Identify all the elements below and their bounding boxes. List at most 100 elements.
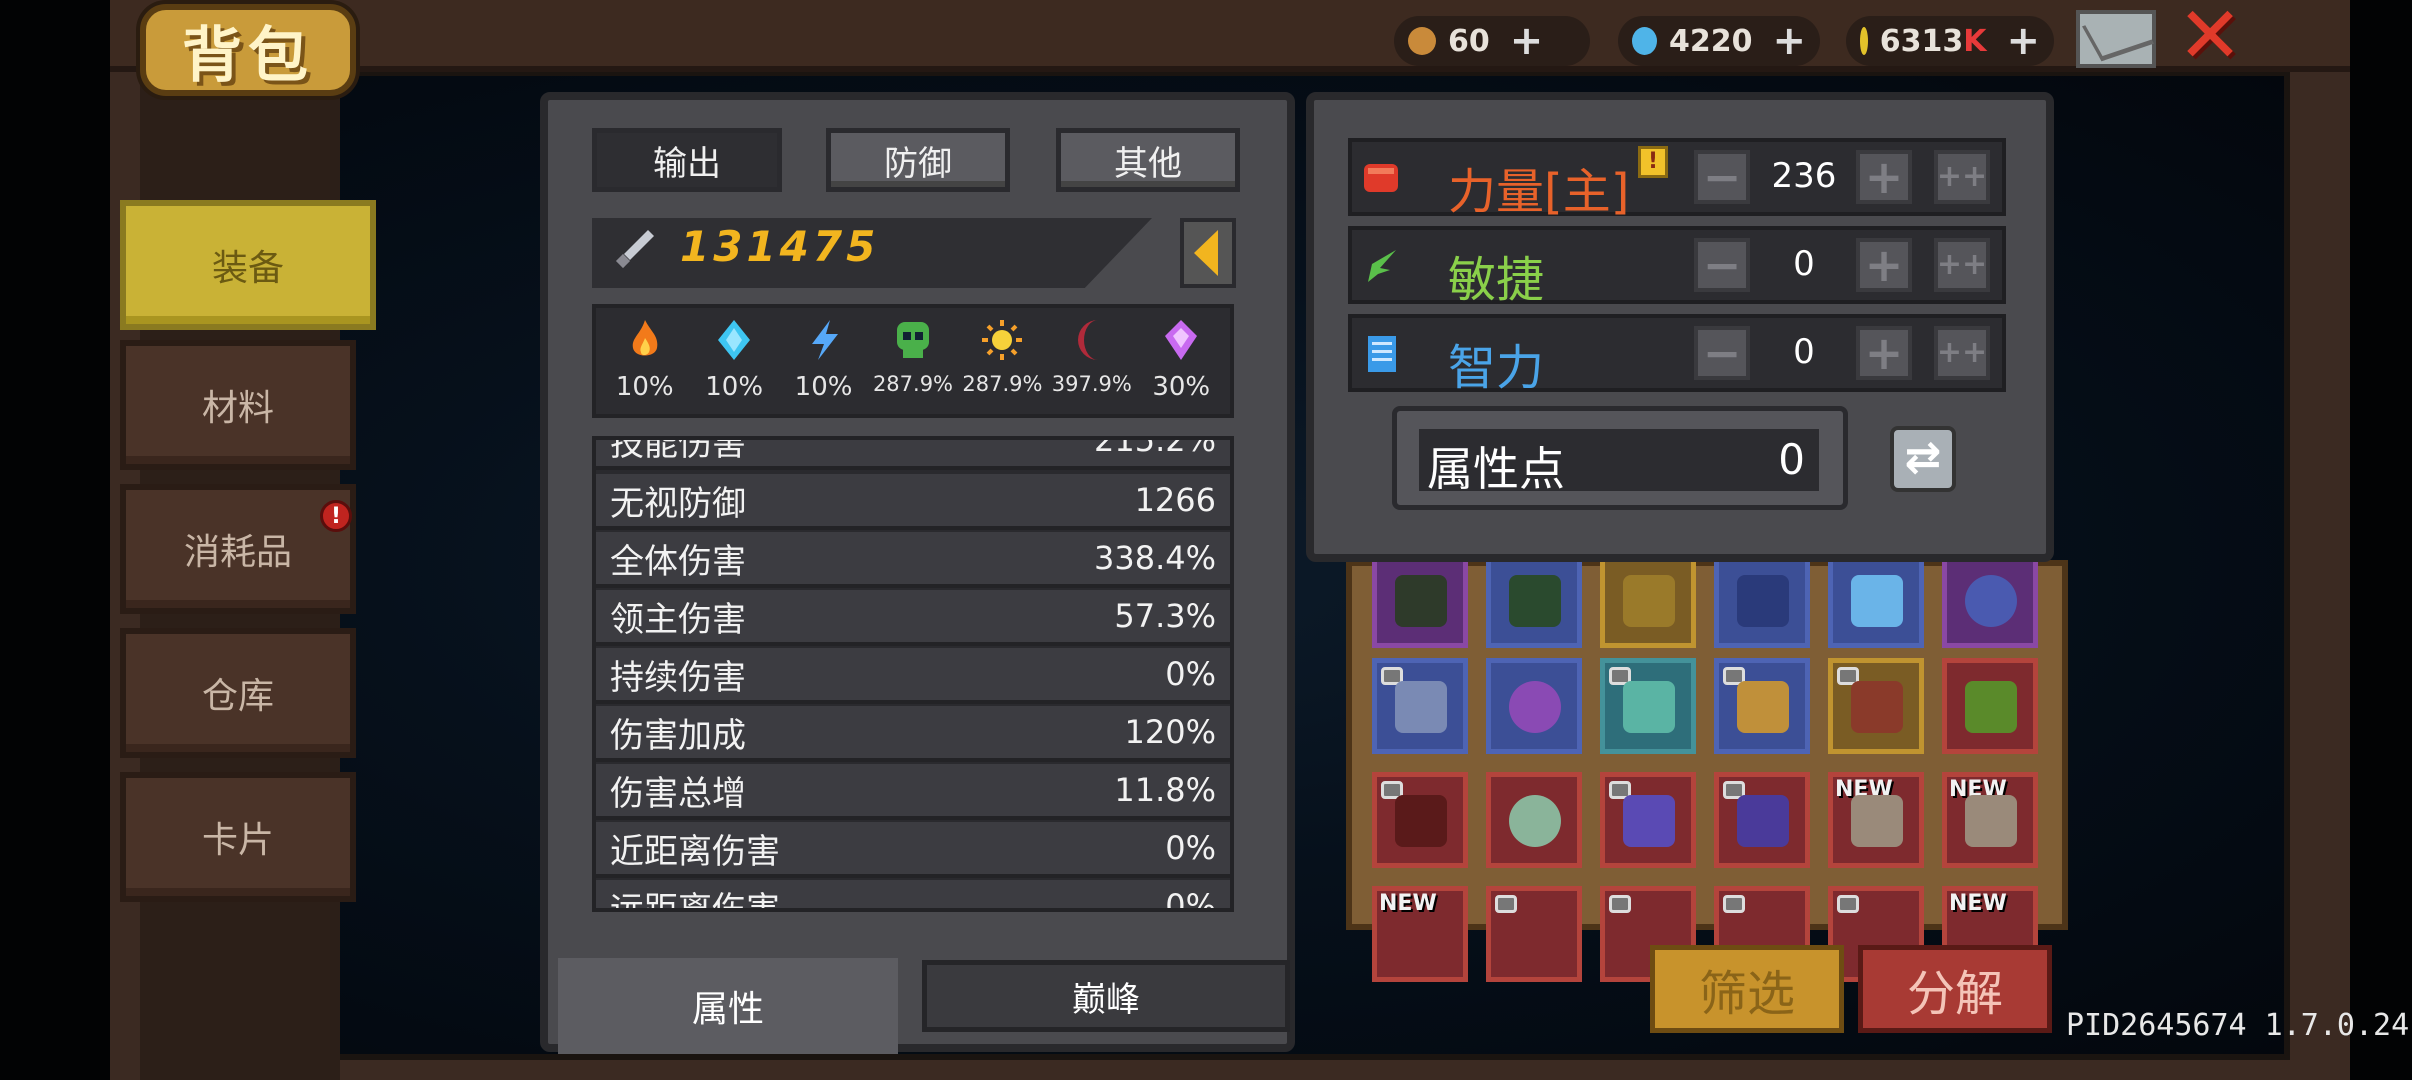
coin-suffix: K (1963, 23, 1987, 59)
new-tag: NEW (1949, 891, 2007, 916)
page-title: 背包 (140, 4, 356, 96)
inventory-slot[interactable] (1600, 552, 1696, 648)
sidebar-item-materials[interactable]: 材料 (120, 340, 356, 470)
lock-icon (1723, 895, 1745, 913)
stat-label: 持续伤害 (610, 657, 746, 698)
element-dark: 397.9% (1047, 308, 1136, 402)
tab-other[interactable]: 其他 (1056, 128, 1240, 192)
inventory-slot[interactable] (1486, 658, 1582, 754)
attribute-row-intelligence: 智力 − 0 + ++ (1348, 314, 2006, 396)
sidebar-item-cards[interactable]: 卡片 (120, 772, 356, 902)
stat-row: 无视防御 1266 (596, 474, 1230, 530)
stat-value: 338.4% (1093, 539, 1216, 577)
inventory-slot[interactable] (1486, 772, 1582, 868)
stat-row: 全体伤害 338.4% (596, 532, 1230, 588)
add-coin-button[interactable]: + (2006, 18, 2040, 64)
inventory-slot[interactable] (1486, 552, 1582, 648)
stat-label: 近距离伤害 (610, 831, 780, 872)
add-seed-button[interactable]: + (1510, 18, 1544, 64)
increase-agility-button[interactable]: + (1856, 238, 1912, 292)
element-poison-value: 287.9% (872, 372, 954, 396)
gem-value: 4220 (1668, 23, 1753, 59)
coin-value: 6313 (1879, 23, 1964, 59)
increase-strength-button[interactable]: + (1856, 150, 1912, 204)
stat-list[interactable]: 技能伤害 215.2% 无视防御 1266 全体伤害 338.4% 领主伤害 57.3%… (592, 436, 1234, 912)
inventory-slot[interactable] (1372, 552, 1468, 648)
attribute-name: 智力 (1448, 340, 1545, 396)
stat-label: 无视防御 (610, 483, 746, 524)
sidebar-item-consumables[interactable]: 消耗品 (120, 484, 356, 614)
close-icon[interactable]: ✕ (2176, 0, 2244, 75)
primary-stat-icon: ! (1638, 146, 1668, 178)
lock-icon (1495, 895, 1517, 913)
fist-icon (1364, 164, 1398, 192)
element-chaos: 30% (1137, 308, 1226, 402)
increase-strength-max-button[interactable]: ++ (1934, 150, 1990, 204)
fire-icon (632, 320, 658, 356)
inventory-slot[interactable] (1828, 552, 1924, 648)
inventory-slot[interactable] (1372, 658, 1468, 754)
stat-value: 0% (1165, 829, 1216, 867)
increase-intelligence-max-button[interactable]: ++ (1934, 326, 1990, 380)
inventory-slot[interactable] (1600, 658, 1696, 754)
stat-row: 持续伤害 0% (596, 648, 1230, 704)
inventory-slot[interactable] (1714, 658, 1810, 754)
tab-peak[interactable]: 巅峰 (922, 960, 1290, 1032)
collapse-arrow-button[interactable] (1180, 218, 1236, 288)
element-fire: 10% (600, 308, 689, 402)
add-gem-button[interactable]: + (1772, 18, 1806, 64)
feather-icon (1368, 250, 1396, 282)
decrease-intelligence-button[interactable]: − (1694, 326, 1750, 380)
inventory-slot[interactable] (1372, 772, 1468, 868)
element-lightning: 10% (779, 308, 868, 402)
increase-intelligence-button[interactable]: + (1856, 326, 1912, 380)
inventory-slot[interactable]: NEW (1942, 772, 2038, 868)
inventory-slot[interactable] (1714, 552, 1810, 648)
inventory-slot[interactable] (1828, 658, 1924, 754)
attribute-name: 力量[主] (1448, 164, 1630, 220)
stat-row: 领主伤害 57.3% (596, 590, 1230, 646)
filter-button[interactable]: 筛选 (1650, 945, 1844, 1033)
currency-seed[interactable]: 60 + (1394, 16, 1590, 66)
currency-gem[interactable]: 4220 + (1618, 16, 1820, 66)
stat-row: 技能伤害 215.2% (596, 440, 1230, 470)
new-tag: NEW (1379, 891, 1437, 916)
inventory-slot[interactable] (1486, 886, 1582, 982)
inventory-slot[interactable]: NEW (1828, 772, 1924, 868)
decompose-button[interactable]: 分解 (1858, 945, 2052, 1033)
stat-label: 远距离伤害 (610, 889, 780, 912)
inventory-slot[interactable] (1942, 658, 2038, 754)
page-title-text: 背包 (182, 20, 314, 91)
ice-icon (718, 320, 751, 360)
mail-icon[interactable] (2076, 10, 2156, 68)
element-bonus-box: 10% 10% 10% 287.9% 287.9% 397.9% 30% (592, 304, 1234, 418)
stat-label: 领主伤害 (610, 599, 746, 640)
inventory-slot[interactable] (1942, 552, 2038, 648)
coin-icon (1860, 27, 1868, 55)
decrease-agility-button[interactable]: − (1694, 238, 1750, 292)
stat-row: 近距离伤害 0% (596, 822, 1230, 878)
lightning-icon (811, 320, 838, 360)
stat-label: 全体伤害 (610, 541, 746, 582)
inventory-slot[interactable] (1714, 772, 1810, 868)
inventory-slot[interactable]: NEW (1372, 886, 1468, 982)
inventory-slot[interactable] (1600, 772, 1696, 868)
element-ice: 10% (689, 308, 778, 402)
increase-agility-max-button[interactable]: ++ (1934, 238, 1990, 292)
stat-value: 0% (1165, 655, 1216, 693)
element-light-value: 287.9% (962, 372, 1043, 396)
reset-points-icon[interactable]: ⇄ (1890, 426, 1956, 492)
inventory-grid: NEW NEW NEW NEW (1346, 552, 2068, 982)
tab-attributes[interactable]: 属性 (558, 958, 898, 1054)
stat-value: 1266 (1134, 481, 1216, 519)
tab-output[interactable]: 输出 (592, 128, 782, 192)
element-fire-value: 10% (615, 372, 674, 402)
stat-label: 伤害加成 (610, 715, 746, 756)
stat-row: 伤害加成 120% (596, 706, 1230, 762)
decrease-strength-button[interactable]: − (1694, 150, 1750, 204)
tab-defense[interactable]: 防御 (826, 128, 1010, 192)
sidebar-item-equipment[interactable]: 装备 (120, 200, 376, 330)
currency-coin[interactable]: 6313K + (1846, 16, 2054, 66)
sidebar-item-label: 材料 (201, 388, 274, 429)
sidebar-item-warehouse[interactable]: 仓库 (120, 628, 356, 758)
